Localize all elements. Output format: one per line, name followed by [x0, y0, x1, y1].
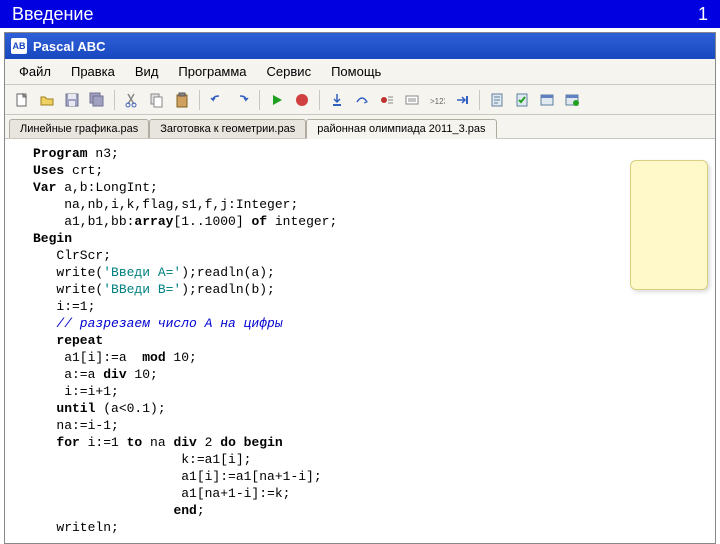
- menu-service[interactable]: Сервис: [257, 61, 322, 82]
- tab-file-3[interactable]: районная олимпиада 2011_3.pas: [306, 119, 496, 139]
- new-file-button[interactable]: [11, 89, 33, 111]
- menu-bar: Файл Правка Вид Программа Сервис Помощь: [5, 59, 715, 85]
- slide-header: Введение 1: [0, 0, 720, 28]
- run-button[interactable]: [266, 89, 288, 111]
- step-into-button[interactable]: [326, 89, 348, 111]
- check-button[interactable]: [511, 89, 533, 111]
- slide-title: Введение: [12, 4, 94, 25]
- comment: // разрезаем число А на цифры: [33, 316, 283, 331]
- menu-file[interactable]: Файл: [9, 61, 61, 82]
- window-title: Pascal ABC: [33, 39, 106, 54]
- end-button[interactable]: [451, 89, 473, 111]
- toolbar: >123: [5, 85, 715, 115]
- kw-var: Var: [33, 180, 56, 195]
- menu-program[interactable]: Программа: [168, 61, 256, 82]
- sticky-note: [630, 160, 708, 290]
- paste-button[interactable]: [171, 89, 193, 111]
- undo-button[interactable]: [206, 89, 228, 111]
- save-all-button[interactable]: [86, 89, 108, 111]
- kw-begin: Begin: [33, 231, 72, 246]
- toolbar-separator: [199, 90, 200, 110]
- kw-uses: Uses: [33, 163, 64, 178]
- slide-number: 1: [698, 4, 708, 25]
- form-button[interactable]: [536, 89, 558, 111]
- title-bar: AB Pascal ABC: [5, 33, 715, 59]
- form2-button[interactable]: [561, 89, 583, 111]
- stop-button[interactable]: [291, 89, 313, 111]
- step-over-button[interactable]: [351, 89, 373, 111]
- app-window: AB Pascal ABC Файл Правка Вид Программа …: [4, 32, 716, 544]
- menu-view[interactable]: Вид: [125, 61, 169, 82]
- toolbar-separator: [259, 90, 260, 110]
- compile-button[interactable]: [486, 89, 508, 111]
- toolbar-separator: [319, 90, 320, 110]
- save-button[interactable]: [61, 89, 83, 111]
- copy-button[interactable]: [146, 89, 168, 111]
- menu-edit[interactable]: Правка: [61, 61, 125, 82]
- open-file-button[interactable]: [36, 89, 58, 111]
- toolbar-separator: [479, 90, 480, 110]
- toolbar-separator: [114, 90, 115, 110]
- breakpoint-button[interactable]: [376, 89, 398, 111]
- watch-button[interactable]: [401, 89, 423, 111]
- tab-file-2[interactable]: Заготовка к геометрии.pas: [149, 119, 306, 138]
- app-icon: AB: [11, 38, 27, 54]
- code-editor[interactable]: Program n3; Uses crt; Var a,b:LongInt; n…: [5, 139, 715, 543]
- kw-program: Program: [33, 146, 88, 161]
- cut-button[interactable]: [121, 89, 143, 111]
- tabs-bar: Линейные графика.pas Заготовка к геометр…: [5, 115, 715, 139]
- menu-help[interactable]: Помощь: [321, 61, 391, 82]
- eval-button[interactable]: >123: [426, 89, 448, 111]
- redo-button[interactable]: [231, 89, 253, 111]
- tab-file-1[interactable]: Линейные графика.pas: [9, 119, 149, 138]
- svg-text:>123: >123: [430, 97, 445, 106]
